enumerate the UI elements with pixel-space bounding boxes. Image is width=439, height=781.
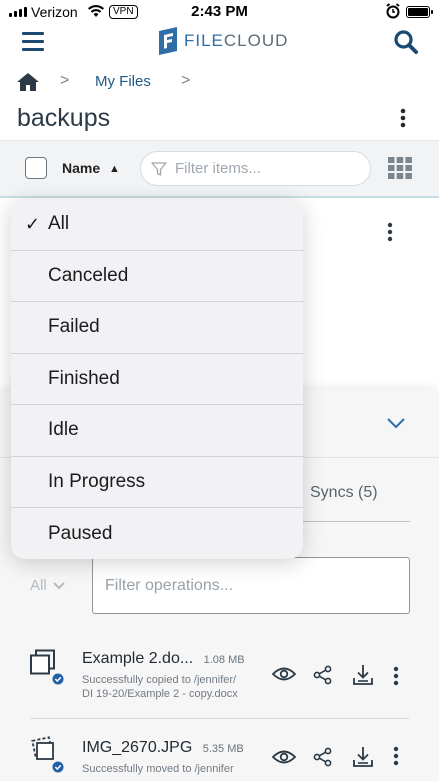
menu-item-finished[interactable]: Finished [11, 354, 303, 405]
move-icon [28, 736, 64, 779]
share-icon[interactable] [313, 665, 333, 690]
select-all-checkbox[interactable] [25, 157, 47, 179]
grid-view-icon[interactable] [388, 157, 412, 184]
folder-more-icon[interactable] [400, 108, 406, 133]
copy-icon [28, 649, 64, 690]
operation-title: Example 2.do... 1.08 MB [82, 650, 245, 668]
chevron-down-icon [52, 581, 65, 589]
chevron-down-icon[interactable] [386, 416, 406, 434]
status-dropdown-menu: ✓ All Canceled Failed Finished Idle In P… [11, 199, 303, 559]
menu-item-canceled[interactable]: Canceled [11, 251, 303, 302]
menu-item-idle[interactable]: Idle [11, 405, 303, 457]
menu-item-label: Finished [48, 367, 120, 389]
filecloud-logo: FILECLOUD [157, 27, 288, 55]
logo-text: FILECLOUD [184, 31, 289, 50]
menu-item-all[interactable]: ✓ All [11, 199, 303, 251]
operation-more-icon[interactable] [393, 746, 399, 771]
filter-items-field[interactable] [140, 151, 371, 186]
operation-row: IMG_2670.JPG 5.35 MB Successfully moved … [0, 734, 439, 781]
status-filter-select[interactable]: All [30, 577, 65, 594]
operation-more-icon[interactable] [393, 666, 399, 691]
operation-name: Example 2.do... [82, 650, 194, 667]
download-icon[interactable] [352, 664, 374, 691]
menu-item-label: Idle [48, 419, 79, 441]
filter-icon [151, 161, 167, 176]
search-icon[interactable] [393, 29, 419, 60]
breadcrumb-my-files[interactable]: My Files [95, 73, 151, 90]
filter-operations-field[interactable] [92, 557, 410, 614]
filter-operations-input[interactable] [93, 558, 409, 613]
operation-description: Successfully copied to /jennifer/ DI 19-… [82, 673, 264, 701]
operation-name: IMG_2670.JPG [82, 739, 193, 756]
preview-eye-icon[interactable] [271, 749, 297, 770]
menu-item-label: All [48, 213, 70, 235]
operation-size: 5.35 MB [202, 743, 244, 755]
menu-item-label: Canceled [48, 264, 129, 286]
sort-ascending-icon: ▲ [109, 163, 120, 175]
divider [30, 718, 409, 719]
status-bar: Verizon VPN 2:43 PM [0, 0, 439, 24]
page-title: backups [17, 104, 111, 132]
menu-hamburger-icon[interactable] [22, 32, 44, 52]
filecloud-logo-icon [159, 27, 177, 55]
menu-item-in-progress[interactable]: In Progress [11, 457, 303, 508]
chevron-right-icon: > [181, 72, 191, 89]
operation-title: IMG_2670.JPG 5.35 MB [82, 739, 244, 757]
menu-item-failed[interactable]: Failed [11, 302, 303, 354]
chevron-right-icon: > [60, 72, 70, 89]
description-line: Successfully copied to /jennifer/ [82, 674, 237, 686]
download-icon[interactable] [352, 746, 374, 773]
menu-item-label: Paused [48, 522, 113, 544]
sort-label: Name [62, 160, 101, 176]
alarm-icon [386, 3, 400, 22]
preview-eye-icon[interactable] [271, 666, 297, 687]
menu-item-paused[interactable]: Paused [11, 508, 303, 559]
description-line: DI 19-20/Example 2 - copy.docx [82, 688, 238, 700]
row-more-icon[interactable] [387, 222, 393, 247]
menu-item-label: In Progress [48, 470, 146, 492]
checkmark-icon: ✓ [25, 214, 41, 234]
menu-item-label: Failed [48, 316, 100, 338]
status-filter-value: All [30, 577, 47, 594]
battery-icon [406, 6, 433, 18]
operation-size: 1.08 MB [203, 654, 245, 666]
share-icon[interactable] [313, 747, 333, 772]
filter-items-input[interactable] [175, 160, 345, 177]
operation-description: Successfully moved to /jennifer [82, 762, 264, 776]
status-time: 2:43 PM [191, 3, 248, 20]
sort-by-name-button[interactable]: Name ▲ [62, 160, 120, 176]
operation-row: Example 2.do... 1.08 MB Successfully cop… [0, 645, 439, 715]
home-icon[interactable] [16, 72, 40, 97]
tab-syncs[interactable]: Syncs (5) [310, 484, 378, 502]
description-line: Successfully moved to /jennifer [82, 763, 234, 775]
